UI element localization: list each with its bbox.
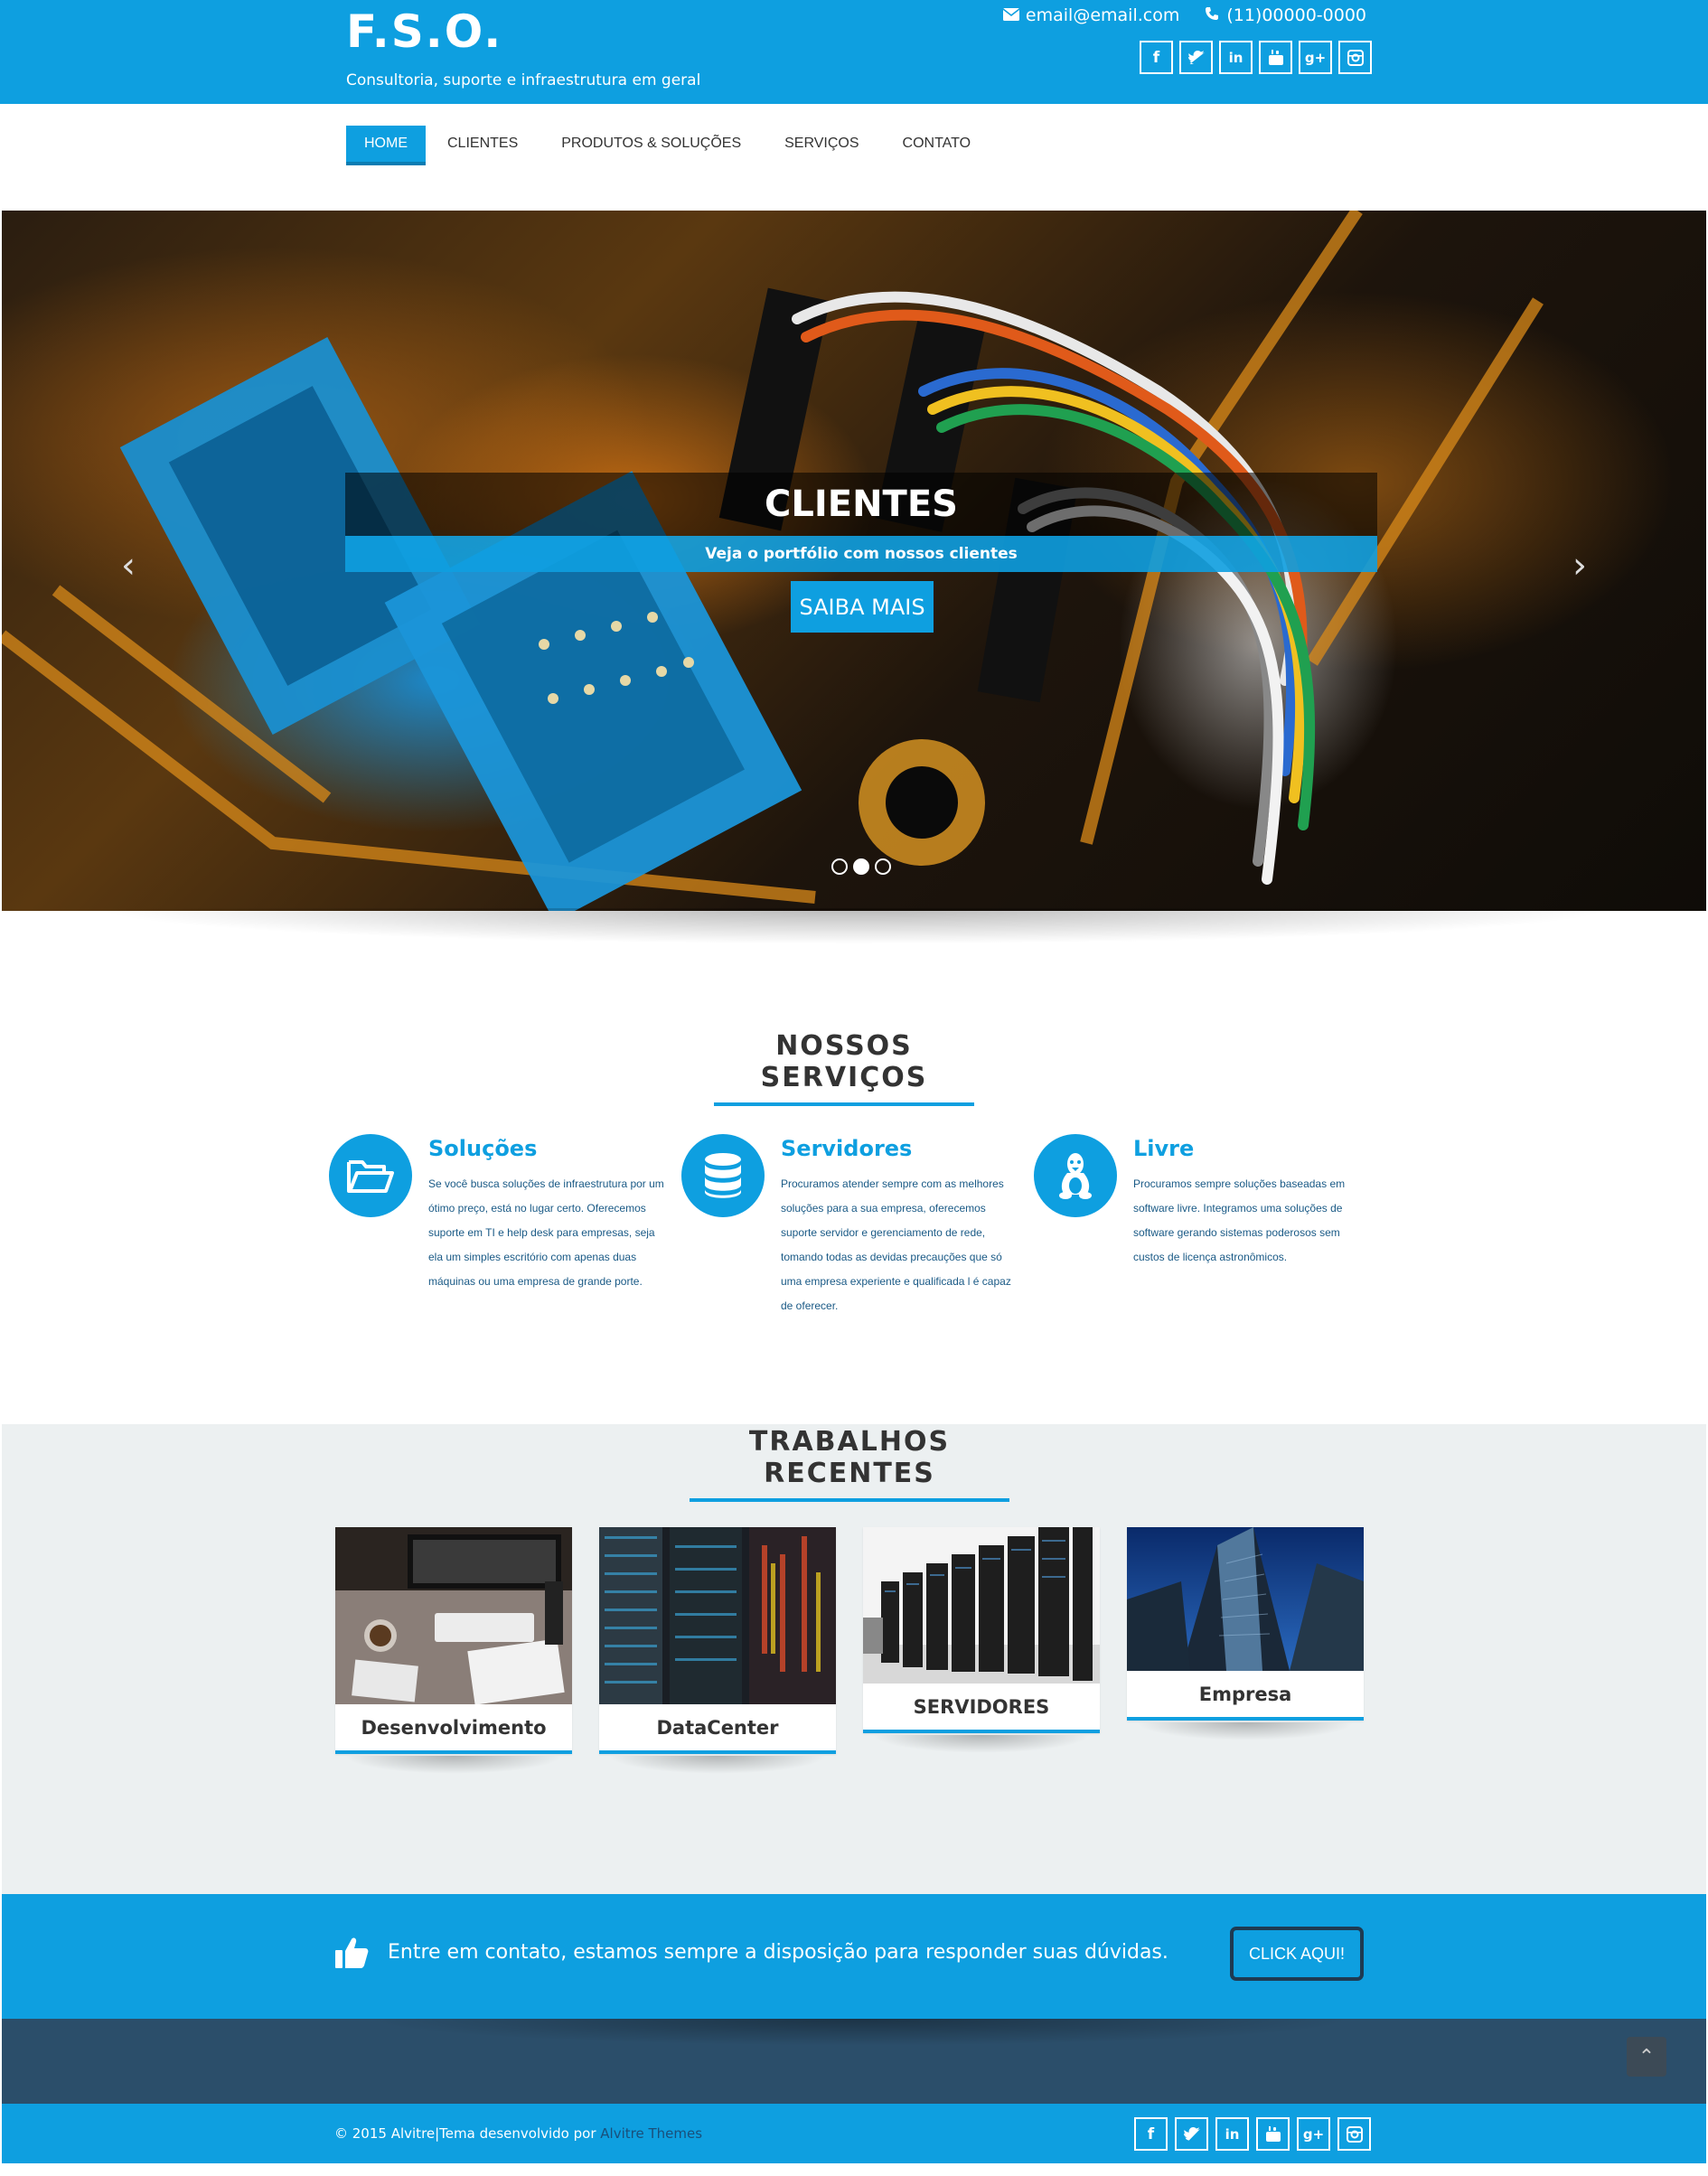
service-description: Procuramos atender sempre com as melhore… (781, 1177, 1011, 1312)
work-card-datacenter[interactable]: DataCenter (599, 1527, 836, 1774)
linkedin-icon[interactable]: in (1219, 41, 1253, 74)
services-section-title: NOSSOS SERVIÇOS (714, 1030, 974, 1106)
nav-item-clientes[interactable]: CLIENTES (426, 126, 540, 162)
service-title: Servidores (781, 1136, 913, 1161)
youtube-icon[interactable] (1259, 41, 1292, 74)
works-title-text: TRABALHOS RECENTES (748, 1426, 951, 1489)
work-card-label[interactable]: Desenvolvimento (335, 1704, 572, 1750)
facebook-icon[interactable]: f (1140, 41, 1173, 74)
work-card-servidores[interactable]: SERVIDORES (863, 1527, 1100, 1753)
card-accent-bar (863, 1730, 1100, 1733)
top-header: F.S.O. Consultoria, suporte e infraestru… (0, 0, 1708, 104)
folder-open-icon (329, 1134, 412, 1217)
title-underline (690, 1498, 1009, 1502)
linux-icon (1034, 1134, 1117, 1217)
alvitre-themes-link[interactable]: Alvitre Themes (600, 2125, 702, 2142)
site-logo[interactable]: F.S.O. (346, 5, 502, 58)
instagram-icon[interactable] (1337, 2117, 1371, 2151)
service-description: Se você busca soluções de infraestrutura… (428, 1177, 664, 1288)
slider-next-arrow[interactable]: › (1572, 545, 1587, 586)
phone-number[interactable]: (11)00000-0000 (1226, 5, 1366, 25)
scroll-to-top-button[interactable]: ⌃ (1627, 2037, 1666, 2077)
twitter-icon[interactable] (1175, 2117, 1208, 2151)
slider-dot-active[interactable] (853, 858, 869, 875)
service-title: Soluções (428, 1136, 538, 1161)
nav-item-servicos[interactable]: SERVIÇOS (763, 126, 880, 162)
facebook-icon[interactable]: f (1134, 2117, 1168, 2151)
service-description: Procuramos sempre soluções baseadas em s… (1133, 1177, 1346, 1263)
contact-info: email@email.com (11)00000-0000 (1002, 5, 1366, 25)
phone-icon (1203, 5, 1221, 25)
card-accent-bar (335, 1750, 572, 1754)
social-links-header: f in g+ (1140, 41, 1372, 74)
work-card-empresa[interactable]: Empresa (1127, 1527, 1364, 1740)
google-plus-icon[interactable]: g+ (1297, 2117, 1330, 2151)
youtube-icon[interactable] (1256, 2117, 1290, 2151)
nav-item-contato[interactable]: CONTATO (881, 126, 993, 162)
hero-title: CLIENTES (345, 473, 1377, 536)
database-icon (681, 1134, 765, 1217)
envelope-icon (1002, 5, 1020, 25)
work-card-desenvolvimento[interactable]: Desenvolvimento (335, 1527, 572, 1774)
work-image-racks[interactable] (599, 1527, 836, 1704)
work-image-desk[interactable] (335, 1527, 572, 1705)
saiba-mais-button[interactable]: SAIBA MAIS (791, 581, 934, 633)
slider-indicators (831, 858, 891, 875)
nav-item-home[interactable]: HOME (346, 126, 426, 162)
linkedin-icon[interactable]: in (1215, 2117, 1249, 2151)
twitter-icon[interactable] (1179, 41, 1213, 74)
works-section-title: TRABALHOS RECENTES (690, 1426, 1009, 1502)
hero-caption: CLIENTES Veja o portfólio com nossos cli… (345, 473, 1377, 633)
work-card-label[interactable]: Empresa (1127, 1671, 1364, 1717)
click-aqui-button[interactable]: CLICK AQUI! (1230, 1927, 1364, 1981)
card-accent-bar (1127, 1717, 1364, 1721)
hero-slider: ‹ › CLIENTES Veja o portfólio com nossos… (2, 211, 1706, 911)
title-underline (714, 1102, 974, 1106)
slider-prev-arrow[interactable]: ‹ (121, 545, 136, 586)
cta-message: Entre em contato, estamos sempre a dispo… (388, 1941, 1168, 1964)
service-title: Livre (1133, 1136, 1195, 1161)
dark-band: ⌃ (2, 2019, 1706, 2104)
hero-subtitle: Veja o portfólio com nossos clientes (345, 536, 1377, 572)
services-title-text: NOSSOS SERVIÇOS (760, 1030, 928, 1093)
slider-dot[interactable] (831, 858, 848, 875)
social-links-footer: f in g+ (1134, 2117, 1371, 2151)
contact-cta-band: Entre em contato, estamos sempre a dispo… (2, 1894, 1706, 2019)
copyright-text: © 2015 Alvitre|Tema desenvolvido por Alv… (334, 2125, 703, 2142)
google-plus-icon[interactable]: g+ (1299, 41, 1332, 74)
work-card-label[interactable]: DataCenter (599, 1704, 836, 1750)
hero-shadow (90, 908, 1618, 944)
slider-dot[interactable] (875, 858, 891, 875)
email-link[interactable]: email@email.com (1026, 5, 1179, 25)
card-accent-bar (599, 1750, 836, 1754)
instagram-icon[interactable] (1338, 41, 1372, 74)
nav-item-produtos-solucoes[interactable]: PRODUTOS & SOLUÇÕES (540, 126, 763, 162)
work-image-server-room[interactable] (863, 1527, 1100, 1684)
main-nav: HOME CLIENTES PRODUTOS & SOLUÇÕES SERVIÇ… (346, 126, 992, 162)
work-card-label[interactable]: SERVIDORES (863, 1684, 1100, 1730)
footer: © 2015 Alvitre|Tema desenvolvido por Alv… (2, 2104, 1706, 2163)
work-image-building[interactable] (1127, 1527, 1364, 1671)
thumbs-up-icon (334, 1936, 369, 1970)
site-tagline: Consultoria, suporte e infraestrutura em… (346, 71, 701, 89)
